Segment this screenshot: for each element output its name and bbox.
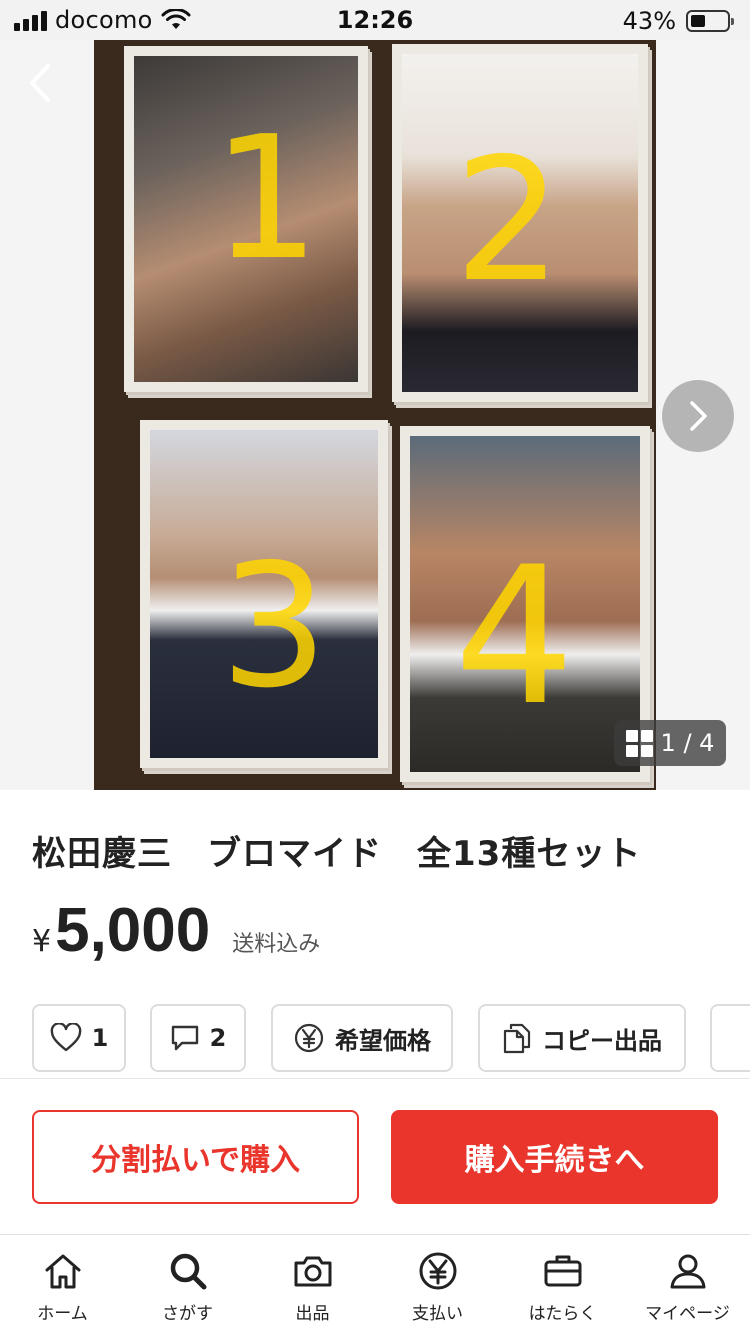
currency-symbol: ¥ [32, 924, 52, 959]
heart-icon [50, 1023, 81, 1052]
tab-mypage[interactable]: マイページ [625, 1235, 750, 1334]
tab-sell-label: 出品 [295, 1304, 330, 1324]
image-gallery[interactable]: 1 2 3 4 1 / 4 [0, 40, 750, 790]
tab-mypage-label: マイページ [645, 1304, 730, 1324]
tab-bar: ホーム さがす 出品 支払い はたらく マイページ [0, 1234, 750, 1334]
camera-icon [294, 1256, 331, 1287]
chevron-right-icon [690, 401, 707, 431]
comment-count: 2 [209, 1024, 227, 1052]
yen-icon [419, 1252, 456, 1290]
numeral-2: 2 [454, 122, 563, 320]
home-icon [45, 1254, 80, 1289]
divider [0, 1078, 750, 1079]
offer-price-button[interactable]: 希望価格 [271, 1004, 453, 1072]
comment-button[interactable]: 2 [150, 1004, 246, 1072]
like-count: 1 [91, 1024, 109, 1052]
battery-icon [686, 10, 734, 32]
tab-work-label: はたらく [528, 1304, 597, 1324]
next-image-button[interactable] [662, 380, 734, 452]
comment-icon [171, 1025, 198, 1051]
briefcase-icon [544, 1255, 581, 1287]
numeral-3: 3 [220, 528, 329, 726]
tab-search[interactable]: さがす [125, 1235, 250, 1334]
back-chevron-icon[interactable] [18, 60, 64, 106]
tab-payment[interactable]: 支払い [375, 1235, 500, 1334]
like-button[interactable]: 1 [32, 1004, 126, 1072]
offer-price-label: 希望価格 [335, 1026, 431, 1055]
tab-work[interactable]: はたらく [500, 1235, 625, 1334]
copy-listing-label: コピー出品 [542, 1026, 662, 1055]
screen: docomo 12:26 43% 1 2 3 4 1 / 4 松田慶三 ブロマイ… [0, 0, 750, 1334]
action-chips: 1 2 希望価格 コピー出品 [32, 1004, 750, 1072]
more-actions-chip[interactable] [710, 1004, 750, 1072]
tab-home-label: ホーム [37, 1304, 88, 1324]
image-counter-text: 1 / 4 [660, 729, 715, 757]
numeral-1: 1 [212, 100, 321, 298]
battery-percent: 43% [622, 7, 676, 35]
copy-listing-button[interactable]: コピー出品 [478, 1004, 686, 1072]
tab-home[interactable]: ホーム [0, 1235, 125, 1334]
product-title: 松田慶三 ブロマイド 全13種セット [32, 834, 642, 874]
search-icon [170, 1253, 206, 1290]
grid-icon [625, 729, 653, 757]
shipping-note: 送料込み [232, 932, 321, 957]
copy-icon [503, 1023, 531, 1054]
tab-payment-label: 支払い [412, 1304, 463, 1324]
person-icon [670, 1254, 705, 1289]
tab-sell[interactable]: 出品 [250, 1235, 375, 1334]
image-counter[interactable]: 1 / 4 [614, 720, 726, 766]
status-bar: docomo 12:26 43% [0, 0, 750, 40]
product-price: 5,000 [55, 896, 211, 965]
purchase-button[interactable]: 購入手続きへ [391, 1110, 718, 1204]
tab-search-label: さがす [162, 1304, 213, 1324]
product-photo[interactable]: 1 2 3 4 [94, 40, 656, 790]
split-payment-button[interactable]: 分割払いで購入 [32, 1110, 359, 1204]
price-row: ¥ 5,000 送料込み [32, 895, 320, 966]
numeral-4: 4 [454, 526, 575, 747]
yen-circle-icon [294, 1023, 324, 1053]
status-right: 43% [622, 7, 734, 35]
